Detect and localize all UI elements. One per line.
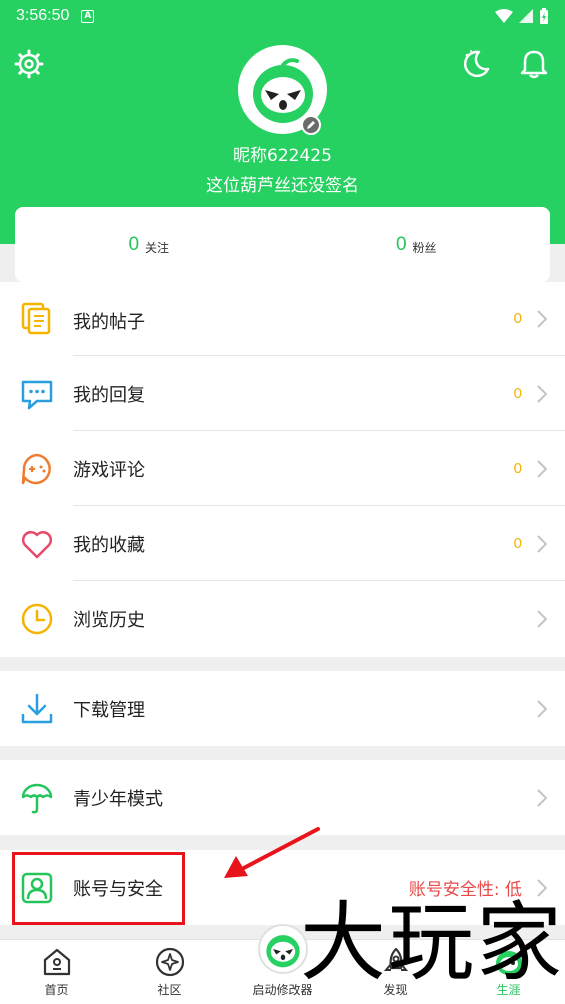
tab-label: 社区 bbox=[157, 983, 182, 997]
menu-item-count: 0 bbox=[513, 385, 522, 402]
menu-item-label: 我的回复 bbox=[73, 384, 145, 406]
stat-fans[interactable]: 0 粉丝 bbox=[283, 207, 551, 282]
menu-item-my-posts[interactable]: 我的帖子 0 bbox=[0, 282, 565, 356]
notification-a-icon: A bbox=[81, 9, 95, 23]
chevron-right-icon bbox=[535, 534, 549, 554]
tab-community[interactable]: 社区 bbox=[113, 940, 226, 1004]
menu-group-youth: 青少年模式 bbox=[0, 760, 565, 835]
menu-item-download-manager[interactable]: 下载管理 bbox=[0, 671, 565, 746]
chevron-right-icon bbox=[535, 609, 549, 629]
chevron-right-icon bbox=[535, 309, 549, 329]
menu-item-game-reviews[interactable]: 游戏评论 0 bbox=[0, 431, 565, 506]
gamepad-icon bbox=[19, 451, 55, 487]
menu-item-youth-mode[interactable]: 青少年模式 bbox=[0, 760, 565, 835]
nickname[interactable]: 昵称622425 bbox=[0, 141, 565, 166]
fans-count: 0 bbox=[395, 233, 407, 255]
menu-item-count: 0 bbox=[513, 460, 522, 477]
night-mode-moon-icon[interactable] bbox=[458, 46, 494, 82]
signature[interactable]: 这位葫芦丝还没签名 bbox=[0, 171, 565, 196]
heart-icon bbox=[19, 526, 55, 562]
menu-item-label: 我的帖子 bbox=[73, 312, 145, 333]
menu-item-favorites[interactable]: 我的收藏 0 bbox=[0, 506, 565, 581]
watermark-text: 大玩家 bbox=[300, 893, 564, 993]
download-icon bbox=[19, 691, 55, 727]
chevron-right-icon bbox=[535, 459, 549, 479]
annotation-highlight-box bbox=[12, 852, 185, 925]
tab-label: 首页 bbox=[44, 983, 69, 997]
menu-item-label: 青少年模式 bbox=[73, 788, 163, 810]
status-time: 3:56:50 bbox=[16, 7, 70, 24]
chat-bubble-icon bbox=[19, 376, 55, 412]
menu-item-count: 0 bbox=[513, 310, 522, 327]
chevron-right-icon bbox=[535, 384, 549, 404]
status-bar: 3:56:50 A bbox=[0, 0, 565, 32]
menu-item-my-replies[interactable]: 我的回复 0 bbox=[0, 356, 565, 431]
chevron-right-icon bbox=[535, 788, 549, 808]
fans-label: 粉丝 bbox=[412, 240, 437, 255]
umbrella-icon bbox=[19, 780, 55, 816]
settings-gear-icon[interactable] bbox=[11, 46, 47, 82]
tab-home[interactable]: 首页 bbox=[0, 940, 113, 1004]
notification-bell-icon[interactable] bbox=[516, 46, 552, 82]
menu-item-label: 我的收藏 bbox=[73, 534, 145, 556]
following-count: 0 bbox=[128, 233, 140, 255]
menu-item-count: 0 bbox=[513, 535, 522, 552]
stat-following[interactable]: 0 关注 bbox=[15, 207, 283, 282]
wifi-icon bbox=[495, 9, 513, 23]
document-icon bbox=[19, 300, 55, 336]
battery-icon bbox=[540, 8, 548, 24]
menu-item-label: 浏览历史 bbox=[73, 609, 145, 631]
home-icon bbox=[40, 945, 74, 979]
menu-item-history[interactable]: 浏览历史 bbox=[0, 581, 565, 656]
clock-icon bbox=[19, 601, 55, 637]
menu-item-label: 游戏评论 bbox=[73, 459, 145, 481]
annotation-arrow-icon bbox=[224, 827, 320, 878]
menu-group-downloads: 下载管理 bbox=[0, 671, 565, 746]
chevron-right-icon bbox=[535, 699, 549, 719]
menu-item-label: 下载管理 bbox=[73, 699, 145, 721]
menu-group-activity: 我的帖子 0 我的回复 0 游戏评论 0 我的收藏 0 浏览历史 bbox=[0, 282, 565, 657]
stats-card: 0 关注 0 粉丝 bbox=[15, 207, 550, 282]
following-label: 关注 bbox=[145, 240, 170, 255]
cell-signal-icon bbox=[519, 9, 533, 23]
compass-icon bbox=[153, 945, 187, 979]
edit-avatar-pencil-icon[interactable] bbox=[301, 115, 321, 135]
